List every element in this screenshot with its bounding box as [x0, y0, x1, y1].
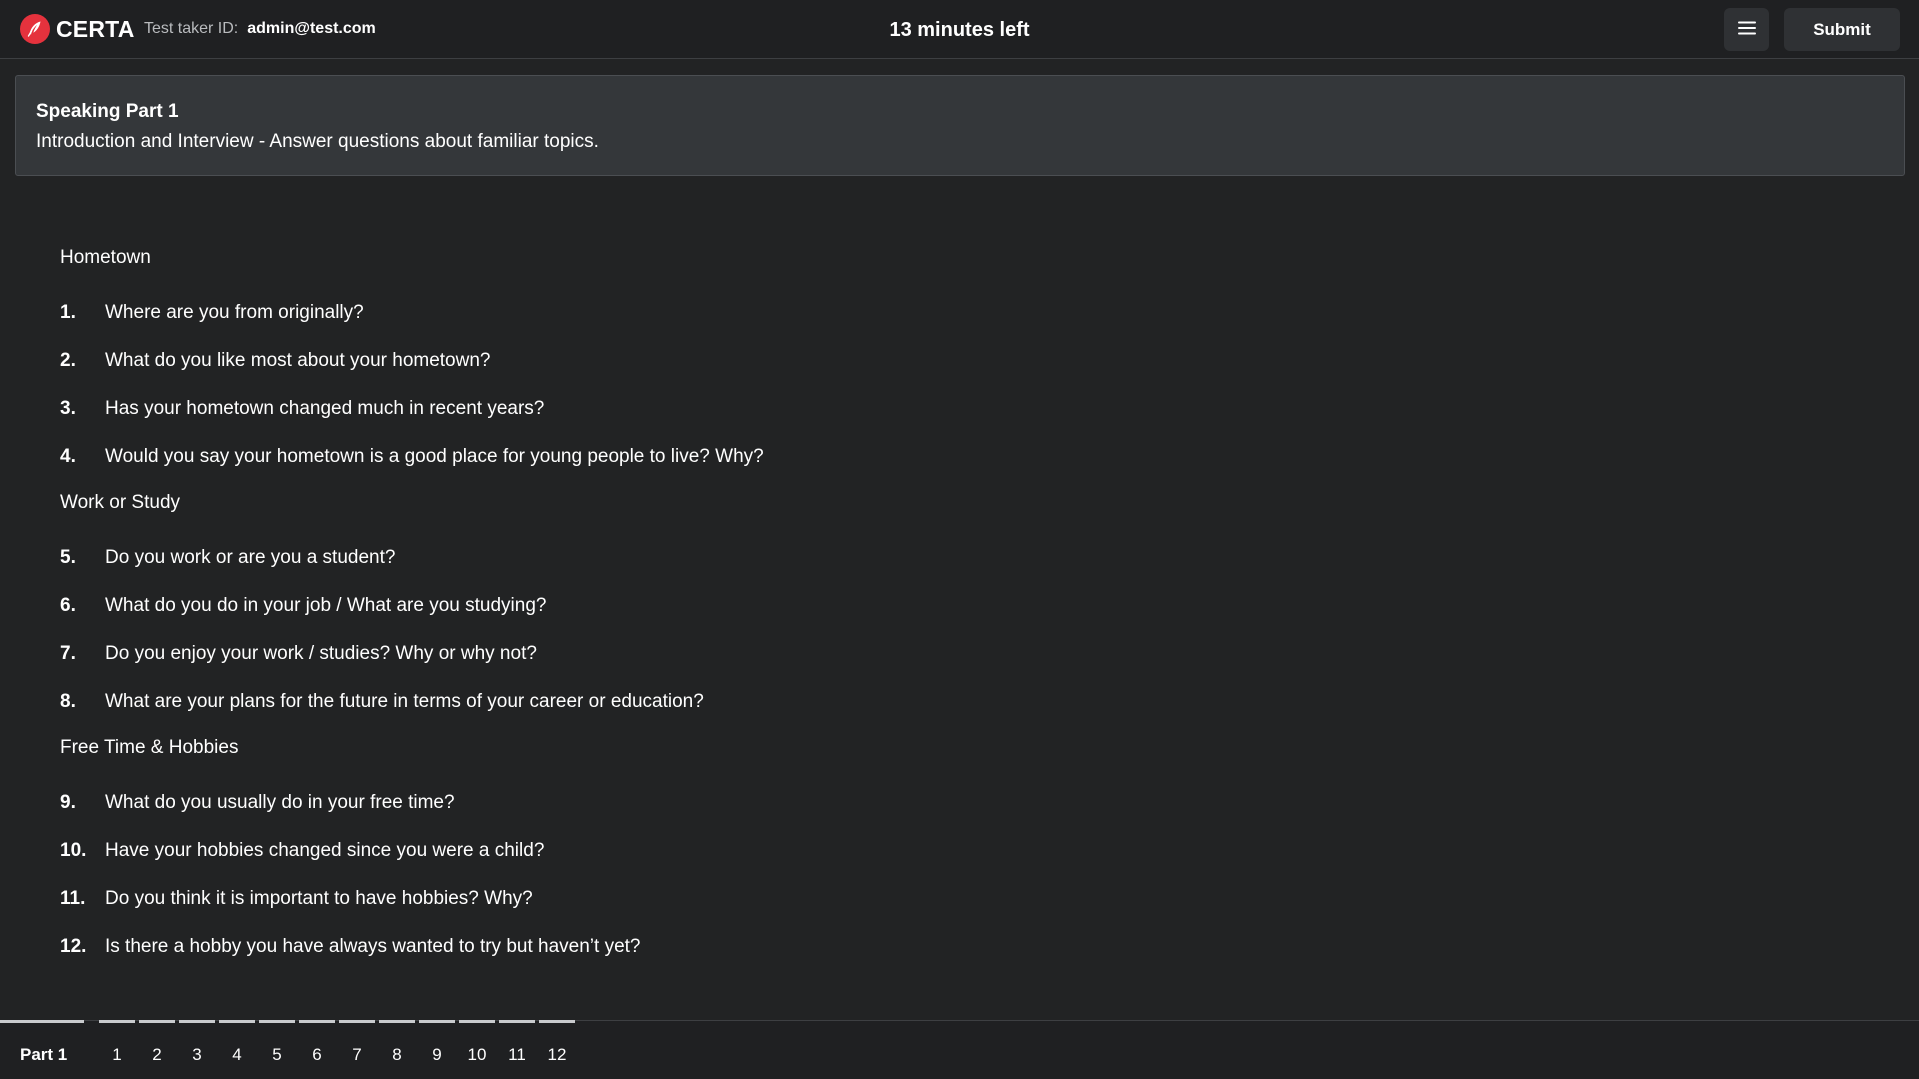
section-heading: Free Time & Hobbies [60, 737, 239, 758]
nav-progress-bar [179, 1020, 215, 1023]
nav-question-label: 8 [392, 1045, 402, 1064]
question-text: What do you do in your job / What are yo… [105, 595, 547, 616]
question-item: 11. Do you think it is important to have… [60, 887, 1260, 911]
nav-progress-bar [0, 1020, 84, 1023]
section-free-time-hobbies: Free Time & Hobbies 9. What do you usual… [60, 736, 1260, 959]
nav-question-10[interactable]: 10 [459, 1020, 495, 1079]
submit-button[interactable]: Submit [1784, 8, 1900, 51]
question-item: 10. Have your hobbies changed since you … [60, 839, 1260, 863]
question-list: Hometown 1. Where are you from originall… [60, 246, 1260, 983]
test-taker-label: Test taker ID: [144, 20, 239, 37]
certa-logo-icon [20, 14, 50, 44]
nav-question-8[interactable]: 8 [379, 1020, 415, 1079]
section-heading: Work or Study [60, 492, 181, 513]
section-work-or-study: Work or Study 5. Do you work or are you … [60, 491, 1260, 714]
question-number: 9. [60, 792, 76, 813]
nav-progress-bar [259, 1020, 295, 1023]
question-number: 10. [60, 840, 87, 861]
nav-progress-bar [299, 1020, 335, 1023]
question-text: Would you say your hometown is a good pl… [105, 446, 764, 467]
question-text: Where are you from originally? [105, 302, 364, 323]
top-bar: CERTA Test taker ID: admin@test.com 13 m… [0, 0, 1919, 59]
question-text: Has your hometown changed much in recent… [105, 398, 545, 419]
question-text: Do you work or are you a student? [105, 547, 396, 568]
menu-button[interactable] [1724, 8, 1769, 51]
question-number: 8. [60, 691, 76, 712]
nav-question-label: 11 [508, 1045, 526, 1064]
question-item: 1. Where are you from originally? [60, 301, 1260, 325]
nav-part-1[interactable]: Part 1 [0, 1020, 84, 1079]
nav-progress-bar [499, 1020, 535, 1023]
question-item: 3. Has your hometown changed much in rec… [60, 397, 1260, 421]
part-instructions-panel: Speaking Part 1 Introduction and Intervi… [15, 75, 1905, 176]
question-item: 7. Do you enjoy your work / studies? Why… [60, 642, 1260, 666]
nav-question-label: 6 [312, 1045, 322, 1064]
nav-question-2[interactable]: 2 [139, 1020, 175, 1079]
nav-question-1[interactable]: 1 [99, 1020, 135, 1079]
question-number: 1. [60, 302, 76, 323]
part-title: Speaking Part 1 [36, 101, 179, 122]
question-item: 4. Would you say your hometown is a good… [60, 445, 1260, 469]
nav-question-label: 3 [192, 1045, 202, 1064]
question-number: 4. [60, 446, 76, 467]
nav-question-11[interactable]: 11 [499, 1020, 535, 1079]
test-taker-info: Test taker ID: admin@test.com [144, 20, 376, 38]
nav-progress-bar [139, 1020, 175, 1023]
nav-part-label: Part 1 [20, 1045, 68, 1064]
question-number: 11. [60, 888, 86, 909]
brand: CERTA [20, 14, 135, 44]
question-text: Do you enjoy your work / studies? Why or… [105, 643, 537, 664]
nav-progress-bar [419, 1020, 455, 1023]
question-item: 2. What do you like most about your home… [60, 349, 1260, 373]
nav-question-label: 1 [112, 1045, 122, 1064]
question-item: 6. What do you do in your job / What are… [60, 594, 1260, 618]
brand-name: CERTA [56, 15, 135, 42]
nav-question-6[interactable]: 6 [299, 1020, 335, 1079]
nav-question-5[interactable]: 5 [259, 1020, 295, 1079]
question-number: 3. [60, 398, 76, 419]
nav-question-label: 7 [352, 1045, 362, 1064]
question-item: 5. Do you work or are you a student? [60, 546, 1260, 570]
nav-question-7[interactable]: 7 [339, 1020, 375, 1079]
test-taker-id: admin@test.com [247, 20, 376, 37]
section-heading: Hometown [60, 247, 151, 268]
question-item: 12. Is there a hobby you have always wan… [60, 935, 1260, 959]
nav-question-9[interactable]: 9 [419, 1020, 455, 1079]
nav-question-12[interactable]: 12 [539, 1020, 575, 1079]
question-text: Do you think it is important to have hob… [105, 888, 533, 909]
nav-progress-bar [219, 1020, 255, 1023]
nav-question-3[interactable]: 3 [179, 1020, 215, 1079]
nav-question-label: 9 [432, 1045, 442, 1064]
section-hometown: Hometown 1. Where are you from originall… [60, 246, 1260, 469]
nav-progress-bar [339, 1020, 375, 1023]
question-text: Have your hobbies changed since you were… [105, 840, 545, 861]
question-navigation: Part 1 1 2 3 4 5 6 7 8 9 10 11 12 [0, 1020, 1919, 1079]
question-item: 8. What are your plans for the future in… [60, 690, 1260, 714]
part-description: Introduction and Interview - Answer ques… [36, 131, 599, 152]
question-number: 12. [60, 936, 87, 957]
nav-question-label: 4 [232, 1045, 242, 1064]
nav-question-label: 5 [272, 1045, 282, 1064]
question-number: 7. [60, 643, 76, 664]
nav-question-label: 2 [152, 1045, 162, 1064]
question-text: What do you like most about your hometow… [105, 350, 491, 371]
question-text: What are your plans for the future in te… [105, 691, 704, 712]
nav-progress-bar [99, 1020, 135, 1023]
nav-progress-bar [379, 1020, 415, 1023]
nav-question-label: 12 [547, 1045, 567, 1064]
question-text: What do you usually do in your free time… [105, 792, 455, 813]
question-text: Is there a hobby you have always wanted … [105, 936, 641, 957]
question-number: 5. [60, 547, 76, 568]
question-number: 2. [60, 350, 76, 371]
nav-progress-bar [539, 1020, 575, 1023]
nav-progress-bar [459, 1020, 495, 1023]
question-number: 6. [60, 595, 76, 616]
hamburger-menu-icon [1737, 20, 1757, 39]
question-item: 9. What do you usually do in your free t… [60, 791, 1260, 815]
nav-question-4[interactable]: 4 [219, 1020, 255, 1079]
nav-question-label: 10 [467, 1045, 487, 1064]
